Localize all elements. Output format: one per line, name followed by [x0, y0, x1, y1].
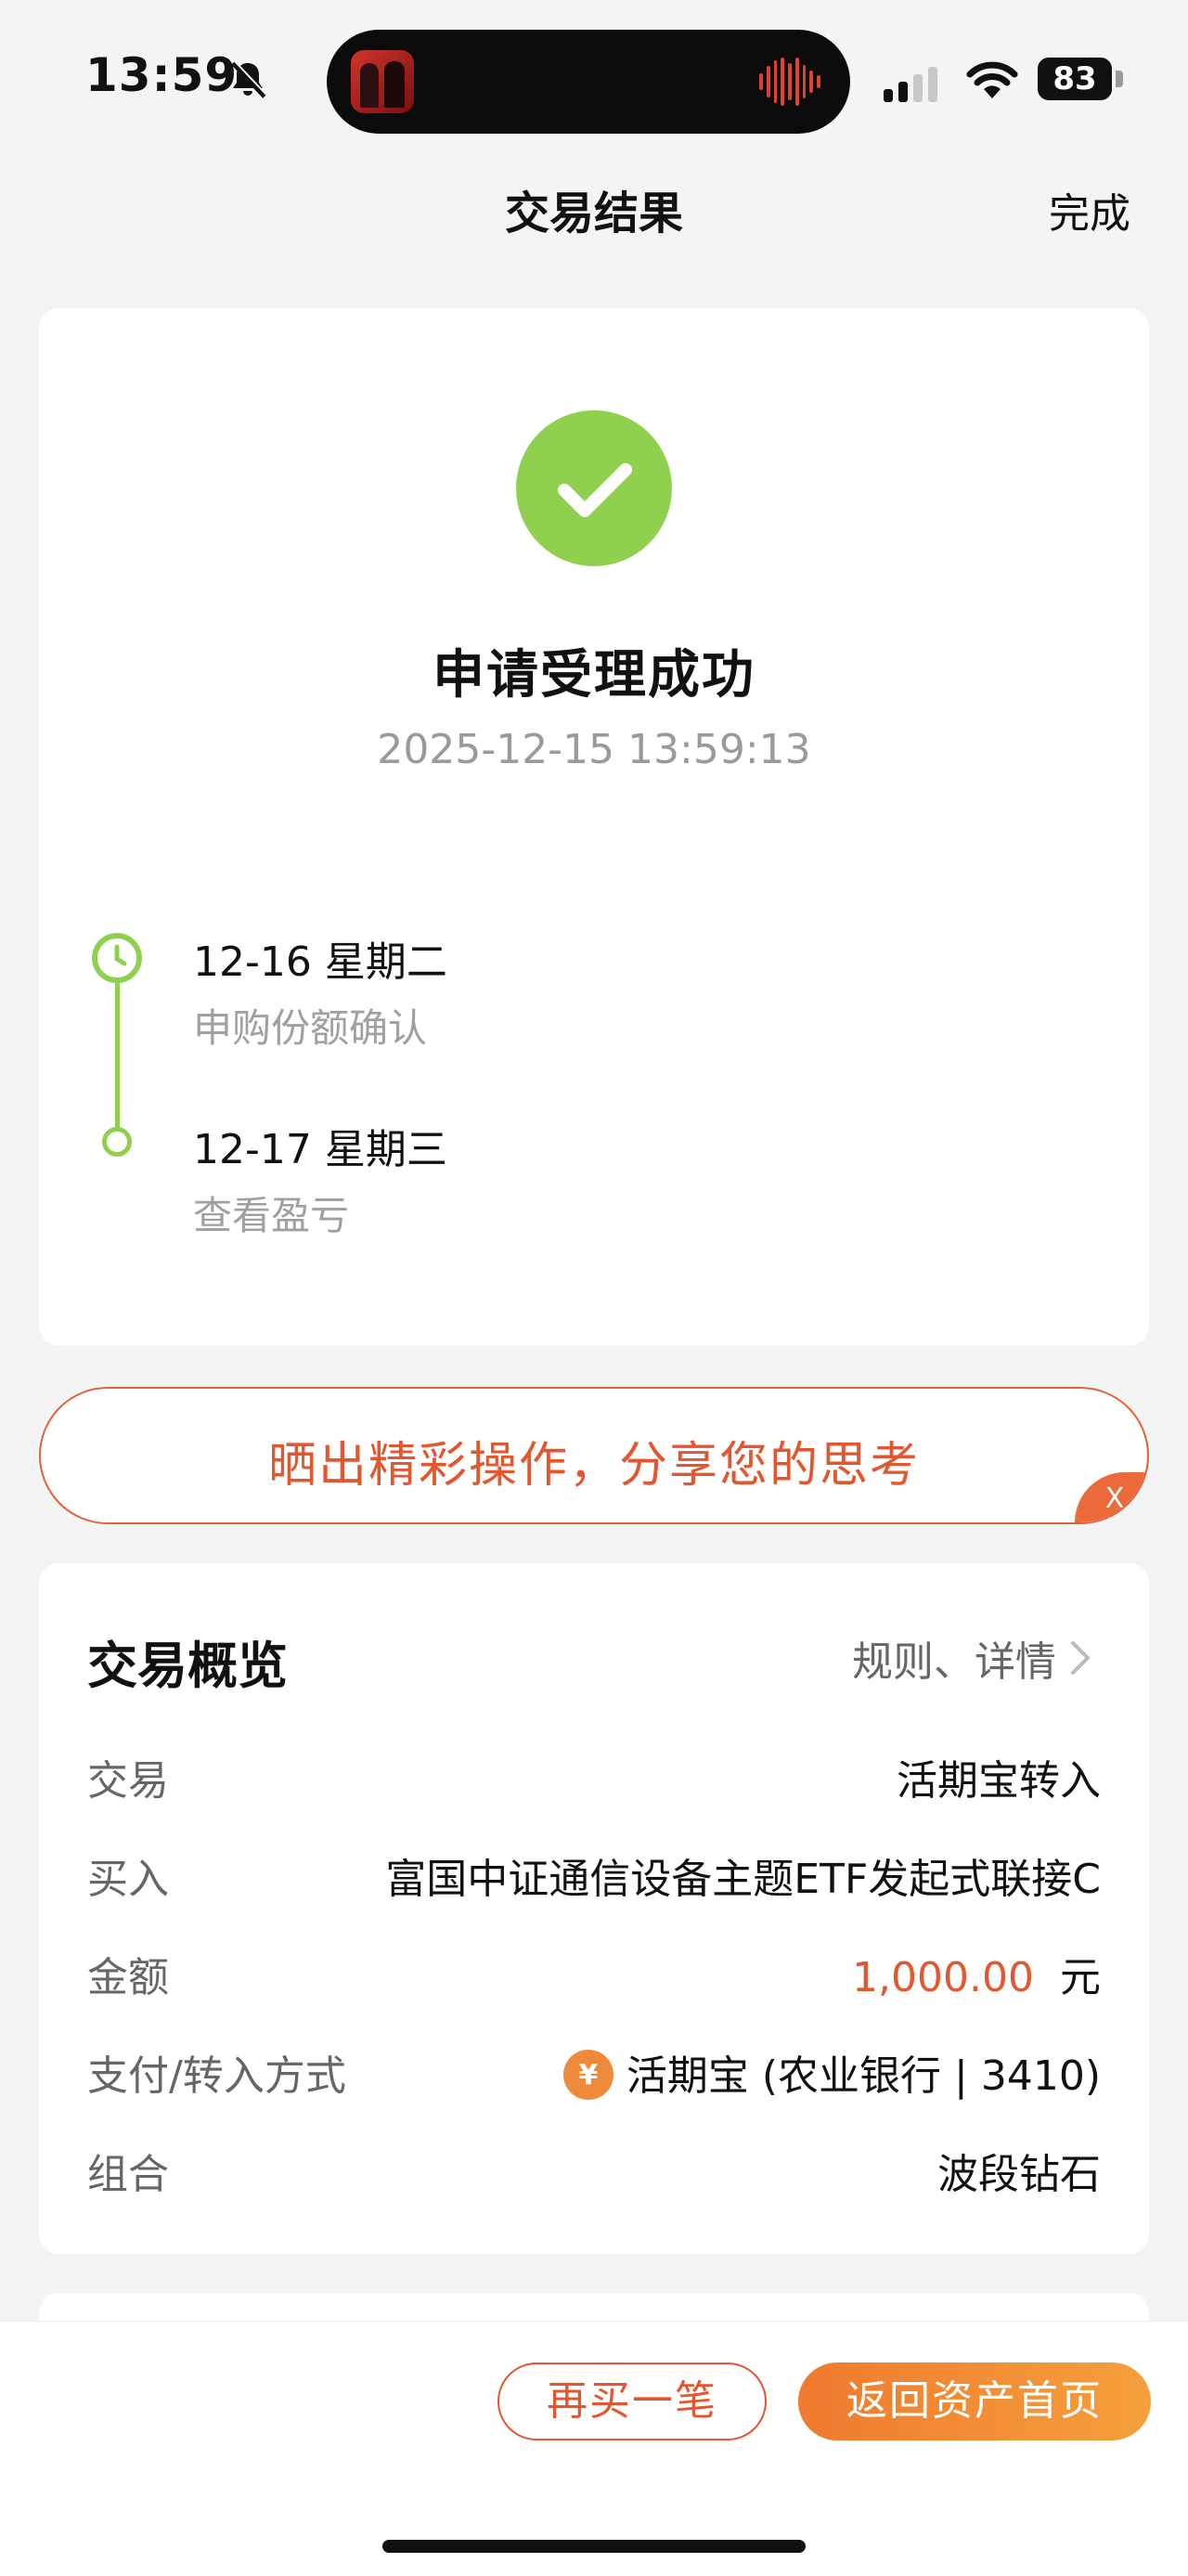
result-title: 申请受理成功: [433, 645, 755, 705]
now-playing-artwork: [351, 50, 414, 113]
result-timestamp: 2025-12-15 13:59:13: [377, 726, 811, 773]
result-card: 申请受理成功 2025-12-15 13:59:13 12-16 星期二 申购份…: [39, 308, 1149, 1346]
timeline-desc: 查看盈亏: [193, 1193, 350, 1238]
share-banner-text: 晒出精彩操作，分享您的思考: [267, 1438, 920, 1494]
row-label-portfolio: 组合: [87, 2151, 169, 2198]
bottom-action-bar: 再买一笔 返回资产首页: [0, 2321, 1188, 2576]
money-bag-icon: ¥: [562, 2050, 613, 2100]
row-value-trade: 活期宝转入: [897, 1757, 1101, 1805]
chevron-right-icon: [1071, 1641, 1090, 1675]
row-label-payment: 支付/转入方式: [87, 2052, 346, 2100]
row-value-fund: 富国中证通信设备主题ETF发起式联接C: [385, 1856, 1101, 1903]
clock-icon: [92, 933, 142, 983]
rules-details-label: 规则、详情: [852, 1638, 1056, 1686]
share-banner[interactable]: 晒出精彩操作，分享您的思考 X: [39, 1387, 1149, 1524]
amount-unit: 元: [1060, 1954, 1101, 2001]
done-button[interactable]: 完成: [1049, 180, 1130, 239]
status-bar: 13:59 83: [0, 0, 1188, 167]
bell-muted-icon: [231, 60, 267, 98]
back-to-assets-button[interactable]: 返回资产首页: [798, 2362, 1151, 2440]
timeline-desc: 申购份额确认: [193, 1005, 428, 1051]
timeline-date: 12-16 星期二: [193, 938, 447, 986]
row-label-buy: 买入: [87, 1856, 169, 1903]
row-label-trade: 交易: [87, 1757, 169, 1805]
battery-level: 83: [1038, 58, 1112, 100]
rules-details-link[interactable]: 规则、详情: [852, 1628, 1091, 1688]
amount-value: 1,000.00: [852, 1954, 1034, 2001]
row-value-amount: 1,000.00 元: [852, 1944, 1101, 2003]
check-circle-icon: [516, 410, 672, 566]
battery-icon: 83: [1038, 58, 1123, 100]
trade-overview-card: 交易概览 规则、详情 交易 活期宝转入 买入 富国中证通信设备主题ETF发起式联…: [39, 1563, 1149, 2254]
page-title: 交易结果: [504, 188, 683, 239]
home-indicator[interactable]: [382, 2540, 806, 2553]
row-value-payment: ¥ 活期宝 (农业银行 | 3410): [562, 2042, 1101, 2104]
buy-again-button[interactable]: 再买一笔: [497, 2362, 767, 2440]
timeline-date: 12-17 星期三: [193, 1126, 447, 1173]
wifi-icon: [966, 61, 1018, 98]
timeline-dot: [102, 1127, 132, 1157]
audio-waveform-icon: [759, 58, 821, 106]
dynamic-island[interactable]: [327, 30, 850, 134]
signal-icon: [884, 67, 937, 102]
row-label-amount: 金额: [87, 1954, 169, 2001]
overview-title: 交易概览: [87, 1637, 288, 1695]
row-value-portfolio: 波段钻石: [937, 2151, 1101, 2198]
status-time: 13:59: [85, 48, 239, 102]
payment-method: 活期宝 (农业银行 | 3410): [626, 2052, 1101, 2100]
